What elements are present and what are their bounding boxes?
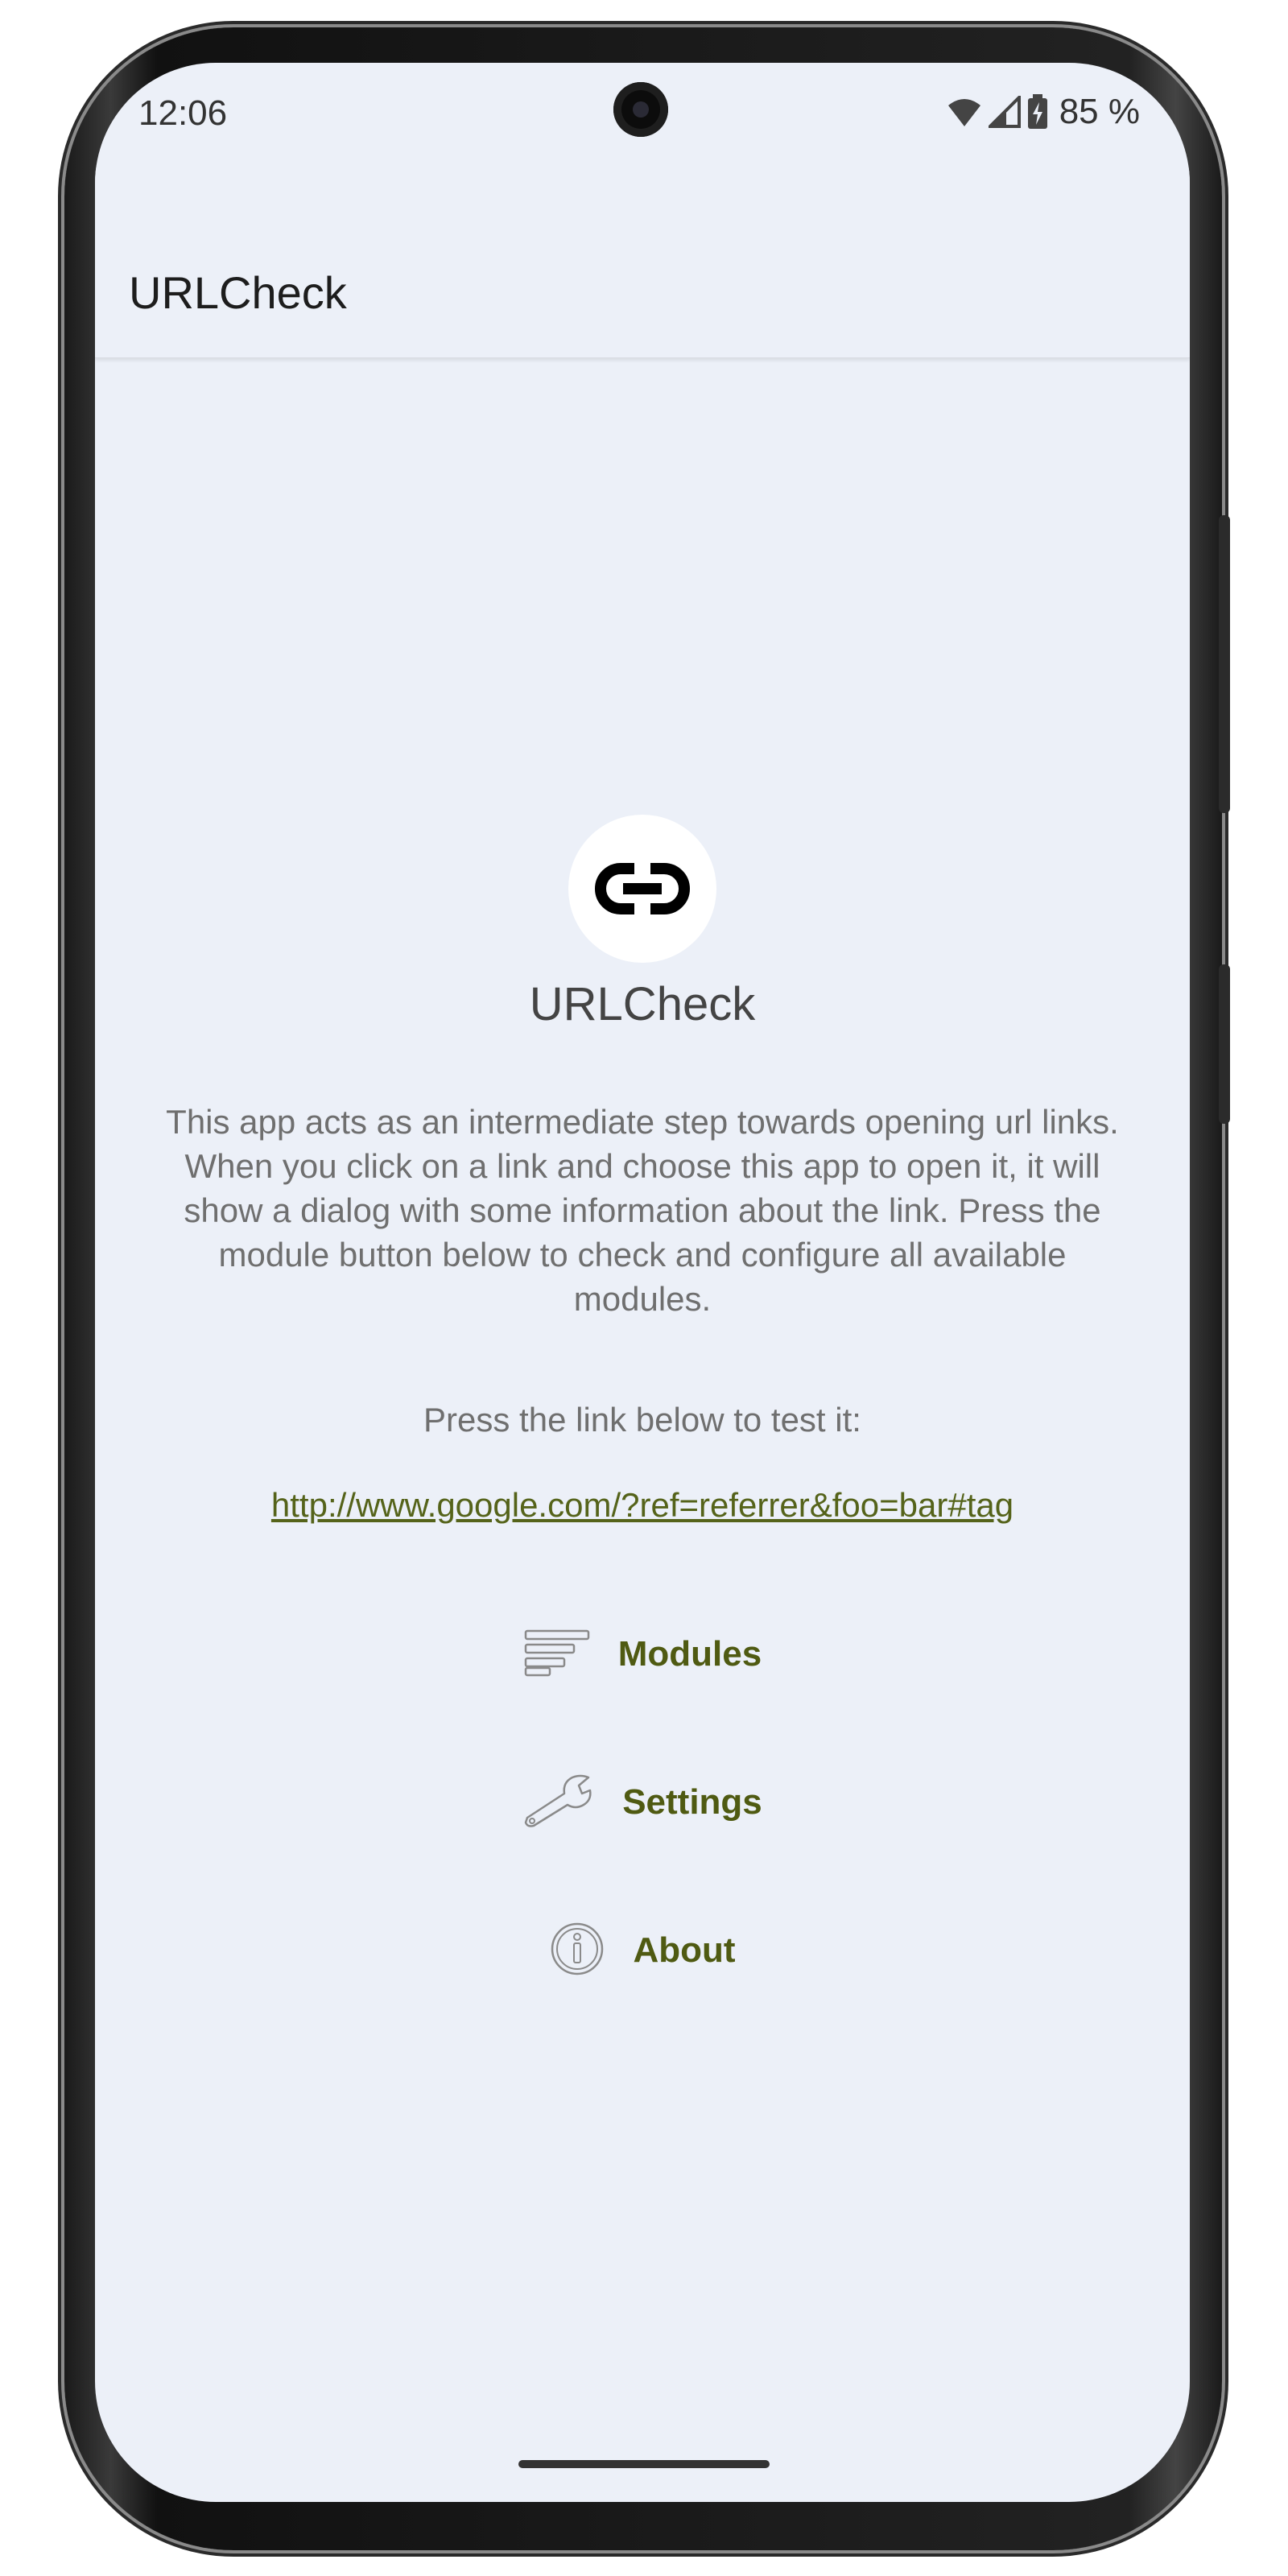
app-description: This app acts as an intermediate step to… [166,1103,1119,1318]
app-name: URLCheck [529,978,756,1030]
front-camera [613,82,668,137]
home-indicator[interactable] [518,2460,770,2468]
app-bar: URLCheck [95,167,1190,358]
link-icon [595,863,690,914]
wifi-icon [947,96,982,128]
status-time: 12:06 [138,93,228,133]
battery-charging-icon [1027,94,1048,130]
battery-percent: 85 % [1059,92,1140,131]
test-prompt: Press the link below to test it: [423,1401,861,1439]
modules-icon [523,1629,591,1681]
status-bar: 12:06 85 % [95,63,1190,167]
about-label: About [633,1930,736,1970]
test-link[interactable]: http://www.google.com/?ref=referrer&foo=… [95,1486,1190,1525]
cellular-signal-icon [988,96,1021,128]
volume-button [1219,515,1230,813]
about-button[interactable]: About [441,1906,844,1995]
main-content: URLCheck This app acts as an intermediat… [95,357,1190,2450]
status-icons: 85 % [947,92,1140,132]
info-icon [549,1921,605,1981]
app-logo [568,815,716,963]
settings-label: Settings [622,1782,762,1822]
power-button [1219,964,1230,1124]
wrench-icon [522,1773,595,1833]
settings-button[interactable]: Settings [441,1758,844,1847]
modules-label: Modules [617,1634,762,1674]
app-bar-title: URLCheck [129,267,347,318]
modules-button[interactable]: Modules [441,1610,844,1699]
screen: 12:06 85 % URLCheck URLCheck This app ac… [95,63,1190,2502]
